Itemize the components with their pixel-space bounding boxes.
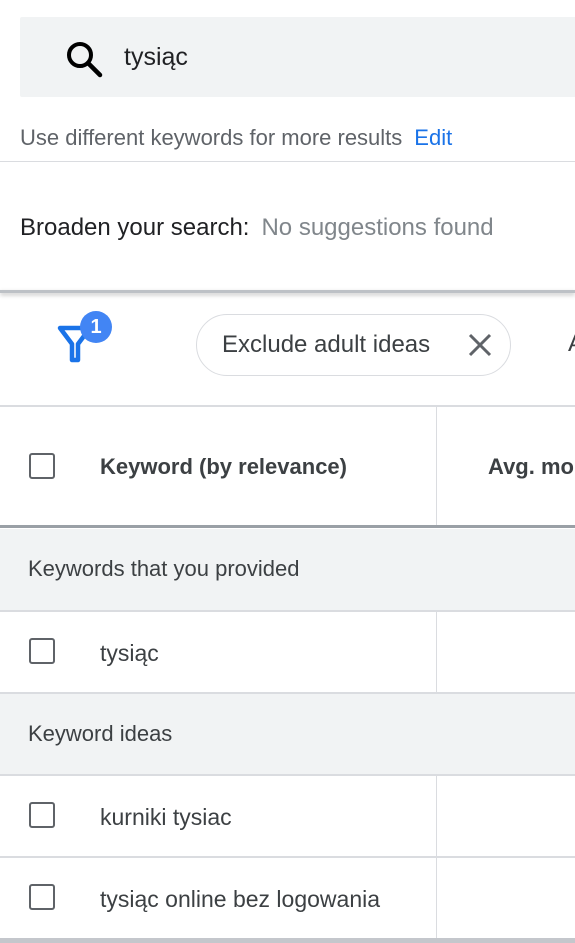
table-header-row: Keyword (by relevance) Avg. mo — [0, 407, 575, 525]
search-query[interactable]: tysiąc — [124, 41, 188, 73]
column-divider — [436, 776, 437, 856]
search-icon — [67, 42, 103, 78]
filter-count-badge: 1 — [80, 311, 112, 343]
broaden-value: No suggestions found — [261, 214, 494, 241]
row-divider — [0, 610, 575, 612]
next-chip-fragment[interactable]: A — [568, 330, 575, 358]
row-checkbox[interactable] — [29, 884, 55, 910]
row-checkbox[interactable] — [29, 802, 55, 828]
table-bottom-border — [0, 938, 575, 943]
search-box[interactable]: tysiąc — [20, 17, 575, 97]
row-divider — [0, 774, 575, 776]
column-header-keyword[interactable]: Keyword (by relevance) — [100, 452, 347, 482]
group-title: Keyword ideas — [28, 721, 173, 746]
hint-line: Use different keywords for more results E… — [20, 123, 452, 153]
broaden-label: Broaden your search: — [20, 214, 250, 241]
chip-label: Exclude adult ideas — [222, 331, 431, 358]
hint-text: Use different keywords for more results — [20, 125, 403, 150]
row-divider — [0, 856, 575, 858]
group-header-ideas: Keyword ideas — [0, 694, 575, 775]
broaden-search: Broaden your search: No suggestions found — [20, 212, 494, 244]
keyword-cell: tysiąc — [100, 640, 159, 666]
column-divider — [436, 407, 437, 525]
section-divider — [0, 290, 575, 293]
keyword-cell: kurniki tysiac — [100, 804, 232, 830]
divider — [0, 161, 575, 162]
group-header-provided: Keywords that you provided — [0, 529, 575, 610]
exclude-adult-ideas-chip[interactable]: Exclude adult ideas — [196, 314, 511, 376]
row-checkbox[interactable] — [29, 638, 55, 664]
close-icon[interactable] — [467, 332, 493, 358]
header-bottom-border — [0, 525, 575, 528]
column-divider — [436, 612, 437, 692]
column-header-avg-monthly[interactable]: Avg. mo — [488, 452, 574, 482]
edit-link[interactable]: Edit — [414, 125, 452, 150]
column-divider — [436, 858, 437, 938]
group-title: Keywords that you provided — [28, 556, 300, 581]
keyword-cell: tysiąc online bez logowania — [100, 886, 381, 912]
select-all-checkbox[interactable] — [29, 453, 55, 479]
